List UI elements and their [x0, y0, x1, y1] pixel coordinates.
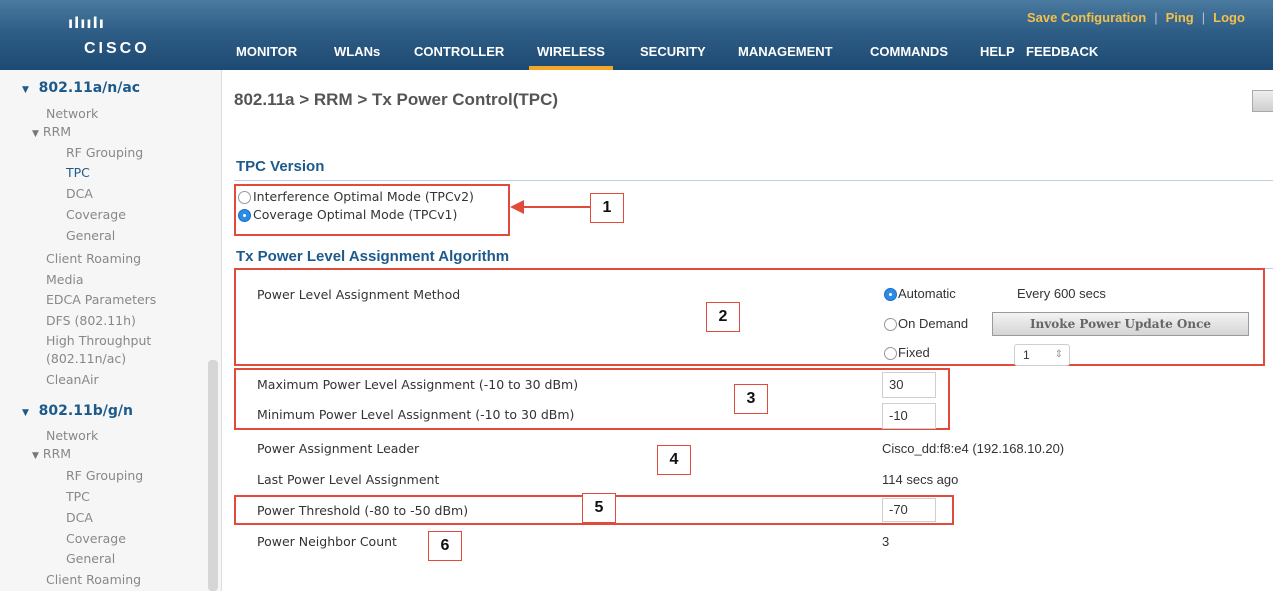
nav-commands[interactable]: COMMANDS: [870, 44, 948, 70]
fixed-level-stepper[interactable]: 1 ⇕: [1014, 344, 1070, 366]
invoke-power-update-button[interactable]: Invoke Power Update Once: [992, 312, 1249, 336]
top-links: Save Configuration | Ping | Logo: [1027, 10, 1245, 25]
sidebar-item-dfs[interactable]: DFS (802.11h): [46, 313, 136, 328]
cisco-wordmark: CISCO: [84, 40, 150, 57]
main-content: 802.11a > RRM > Tx Power Control(TPC) TP…: [222, 70, 1273, 591]
ping-link[interactable]: Ping: [1166, 10, 1194, 25]
max-power-input[interactable]: 30: [882, 372, 936, 398]
sidebar-item-dca[interactable]: DCA: [66, 510, 93, 525]
neighbor-count-label: Power Neighbor Count: [257, 534, 397, 549]
sidebar-item-high-throughput-sub[interactable]: (802.11n/ac): [46, 351, 126, 366]
expand-triangle-icon: ▼: [22, 85, 29, 95]
arrow-icon: [510, 200, 590, 214]
sidebar: ▼ 802.11a/n/ac Network ▼ RRM RF Grouping…: [0, 70, 222, 591]
sidebar-item-rf-grouping[interactable]: RF Grouping: [66, 145, 143, 160]
algo-title: Tx Power Level Assignment Algorithm: [236, 248, 510, 265]
nav-wireless[interactable]: WIRELESS: [529, 44, 613, 70]
sidebar-item-general[interactable]: General: [66, 228, 115, 243]
sidebar-item-network[interactable]: Network: [46, 428, 98, 443]
nav-security[interactable]: SECURITY: [640, 44, 706, 70]
top-header: ılıılı CISCO Save Configuration | Ping | Log…: [0, 0, 1273, 70]
last-assignment-label: Last Power Level Assignment: [257, 472, 440, 487]
sidebar-item-rf-grouping[interactable]: RF Grouping: [66, 468, 143, 483]
callout-3: 3: [734, 384, 768, 414]
sidebar-item-dca[interactable]: DCA: [66, 186, 93, 201]
sidebar-scrollbar[interactable]: [208, 360, 218, 591]
tpc-v1-radio[interactable]: [238, 209, 251, 222]
sidebar-item-coverage[interactable]: Coverage: [66, 531, 126, 546]
stepper-arrows-icon: ⇕: [1054, 349, 1063, 360]
sidebar-item-rrm[interactable]: ▼ RRM: [32, 446, 71, 461]
sidebar-item-coverage[interactable]: Coverage: [66, 207, 126, 222]
callout-4: 4: [657, 445, 691, 475]
nav-controller[interactable]: CONTROLLER: [414, 44, 504, 70]
every-interval-text: Every 600 secs: [1017, 286, 1106, 301]
sidebar-item-client-roaming[interactable]: Client Roaming: [46, 572, 141, 587]
fixed-radio[interactable]: [884, 347, 897, 360]
nav-help[interactable]: HELP: [980, 44, 1015, 70]
callout-2: 2: [706, 302, 740, 332]
automatic-radio[interactable]: [884, 288, 897, 301]
sidebar-group-80211b[interactable]: ▼ 802.11b/g/n: [22, 403, 133, 419]
neighbor-count-value: 3: [882, 534, 890, 549]
callout-6: 6: [428, 531, 462, 561]
tpc-v2-radio[interactable]: [238, 191, 251, 204]
sidebar-item-edca[interactable]: EDCA Parameters: [46, 292, 156, 307]
expand-triangle-icon: ▼: [32, 451, 39, 461]
expand-triangle-icon: ▼: [22, 408, 29, 418]
fixed-label: Fixed: [898, 345, 930, 360]
save-configuration-link[interactable]: Save Configuration: [1027, 10, 1146, 25]
max-power-label: Maximum Power Level Assignment (-10 to 3…: [257, 377, 579, 392]
page-title: 802.11a > RRM > Tx Power Control(TPC): [234, 90, 559, 109]
tpc-version-title: TPC Version: [236, 158, 325, 175]
method-label: Power Level Assignment Method: [257, 287, 461, 302]
sidebar-item-cleanair[interactable]: CleanAir: [46, 372, 99, 387]
min-power-label: Minimum Power Level Assignment (-10 to 3…: [257, 407, 575, 422]
leader-label: Power Assignment Leader: [257, 441, 420, 456]
last-assignment-value: 114 secs ago: [882, 472, 959, 487]
sidebar-item-tpc[interactable]: TPC: [66, 165, 90, 180]
callout-5: 5: [582, 493, 616, 523]
on-demand-radio[interactable]: [884, 318, 897, 331]
logout-link[interactable]: Logo: [1213, 10, 1245, 25]
tpc-v2-label: Interference Optimal Mode (TPCv2): [253, 189, 474, 204]
sidebar-item-client-roaming[interactable]: Client Roaming: [46, 251, 141, 266]
threshold-label: Power Threshold (-80 to -50 dBm): [257, 503, 469, 518]
cisco-bars-icon: ılıılı: [68, 14, 105, 32]
expand-triangle-icon: ▼: [32, 129, 39, 139]
automatic-label: Automatic: [898, 286, 956, 301]
divider: [234, 180, 1273, 181]
on-demand-label: On Demand: [898, 316, 969, 331]
nav-feedback[interactable]: FEEDBACK: [1026, 44, 1098, 70]
sidebar-item-high-throughput[interactable]: High Throughput: [46, 333, 151, 348]
cisco-logo: ılıılı CISCO: [0, 0, 218, 70]
sidebar-item-tpc[interactable]: TPC: [66, 489, 90, 504]
callout-1: 1: [590, 193, 624, 223]
nav-monitor[interactable]: MONITOR: [236, 44, 297, 70]
sidebar-item-rrm[interactable]: ▼ RRM: [32, 124, 71, 139]
sidebar-item-general[interactable]: General: [66, 551, 115, 566]
tpc-v1-label: Coverage Optimal Mode (TPCv1): [253, 207, 458, 222]
nav-management[interactable]: MANAGEMENT: [738, 44, 833, 70]
nav-wlans[interactable]: WLANs: [334, 44, 380, 70]
threshold-input[interactable]: -70: [882, 498, 936, 522]
sidebar-group-80211a[interactable]: ▼ 802.11a/n/ac: [22, 80, 140, 96]
sidebar-item-network[interactable]: Network: [46, 106, 98, 121]
sidebar-item-media[interactable]: Media: [46, 272, 84, 287]
min-power-input[interactable]: -10: [882, 403, 936, 429]
apply-button[interactable]: [1252, 90, 1273, 112]
leader-value: Cisco_dd:f8:e4 (192.168.10.20): [882, 441, 1065, 456]
